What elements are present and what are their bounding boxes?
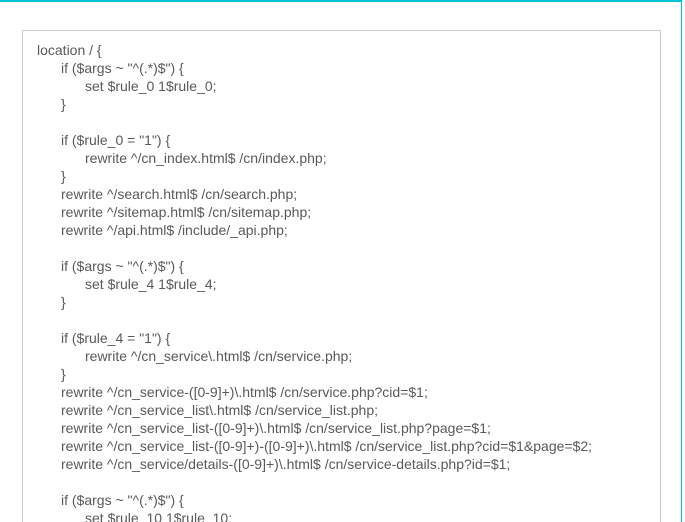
code-line: rewrite ^/cn_service-([0-9]+)\.html$ /cn… <box>37 383 646 401</box>
code-line: rewrite ^/api.html$ /include/_api.php; <box>37 221 646 239</box>
code-line: rewrite ^/cn_service\.html$ /cn/service.… <box>37 347 646 365</box>
top-accent-border <box>0 0 682 2</box>
code-line: location / { <box>37 41 646 59</box>
code-line: set $rule_10 1$rule_10; <box>37 509 646 522</box>
right-accent-border <box>681 0 682 522</box>
code-line: rewrite ^/cn_service/details-([0-9]+)\.h… <box>37 455 646 473</box>
code-line: if ($rule_4 = "1") { <box>37 329 646 347</box>
code-line: if ($rule_0 = "1") { <box>37 131 646 149</box>
code-line: rewrite ^/cn_service_list-([0-9]+)-([0-9… <box>37 437 646 455</box>
code-line: } <box>37 95 646 113</box>
code-line: rewrite ^/search.html$ /cn/search.php; <box>37 185 646 203</box>
code-line: rewrite ^/cn_service_list-([0-9]+)\.html… <box>37 419 646 437</box>
code-line: if ($args ~ "^(.*)$") { <box>37 59 646 77</box>
code-line: rewrite ^/sitemap.html$ /cn/sitemap.php; <box>37 203 646 221</box>
code-line: } <box>37 365 646 383</box>
code-line: if ($args ~ "^(.*)$") { <box>37 257 646 275</box>
code-line: set $rule_0 1$rule_0; <box>37 77 646 95</box>
code-line: if ($args ~ "^(.*)$") { <box>37 491 646 509</box>
code-container: location / { if ($args ~ "^(.*)$") { set… <box>22 30 661 522</box>
blank-line <box>37 311 646 329</box>
code-line: } <box>37 293 646 311</box>
code-line: } <box>37 167 646 185</box>
code-line: rewrite ^/cn_service_list\.html$ /cn/ser… <box>37 401 646 419</box>
blank-line <box>37 239 646 257</box>
code-line: set $rule_4 1$rule_4; <box>37 275 646 293</box>
code-line: rewrite ^/cn_index.html$ /cn/index.php; <box>37 149 646 167</box>
blank-line <box>37 473 646 491</box>
blank-line <box>37 113 646 131</box>
